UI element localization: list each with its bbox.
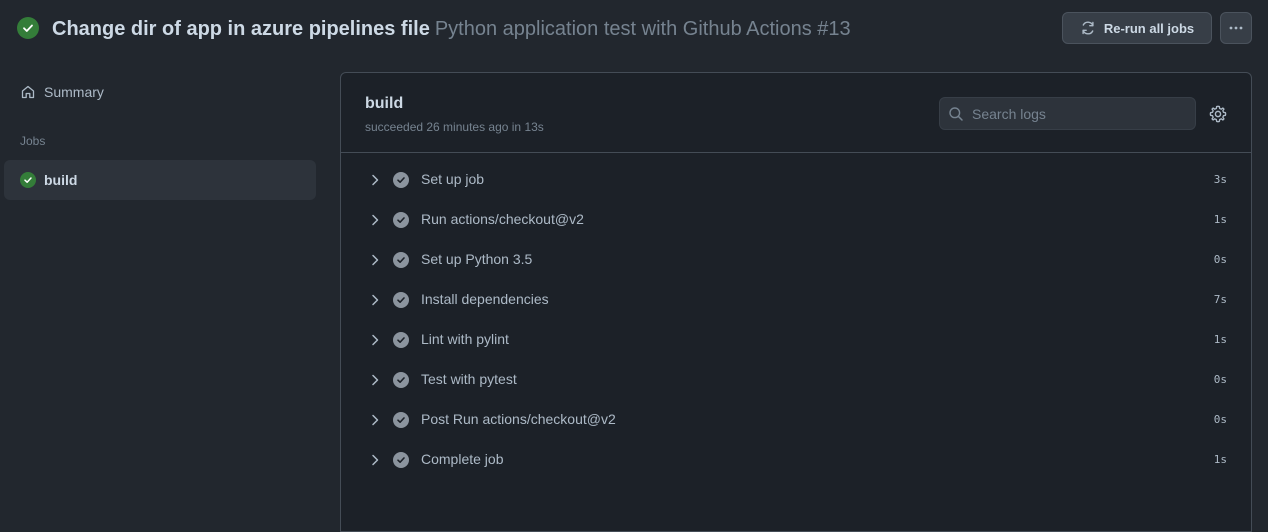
rerun-all-jobs-button[interactable]: Re-run all jobs [1062, 12, 1212, 44]
check-circle-icon [393, 452, 409, 468]
sidebar-item-build[interactable]: build [4, 160, 316, 200]
chevron-right-icon[interactable] [367, 252, 383, 268]
step-name: Post Run actions/checkout@v2 [421, 411, 616, 427]
check-circle-icon [393, 172, 409, 188]
job-status-text: succeeded 26 minutes ago in 13s [365, 120, 544, 134]
step-duration: 0s [1213, 373, 1227, 386]
step-duration: 1s [1213, 333, 1227, 346]
step-name: Run actions/checkout@v2 [421, 211, 584, 227]
chevron-right-icon[interactable] [367, 212, 383, 228]
step-duration: 0s [1213, 253, 1227, 266]
step-name: Test with pytest [421, 371, 517, 387]
chevron-right-icon[interactable] [367, 292, 383, 308]
step-name: Set up job [421, 171, 485, 187]
chevron-right-icon[interactable] [367, 452, 383, 468]
step-name: Lint with pylint [421, 331, 509, 347]
step-row[interactable]: Run actions/checkout@v2 1s [341, 200, 1251, 240]
jobs-heading: Jobs [20, 134, 46, 148]
check-circle-icon [393, 372, 409, 388]
more-options-button[interactable] [1220, 12, 1252, 44]
sidebar-item-summary[interactable]: Summary [4, 72, 316, 112]
check-circle-icon [393, 292, 409, 308]
chevron-right-icon[interactable] [367, 412, 383, 428]
workflow-name[interactable]: Python application test with Github Acti… [435, 18, 851, 40]
step-duration: 7s [1213, 293, 1227, 306]
page-title: Change dir of app in azure pipelines fil… [52, 16, 851, 42]
check-circle-icon [393, 252, 409, 268]
gear-icon[interactable] [1209, 105, 1227, 123]
rerun-label: Re-run all jobs [1103, 20, 1195, 36]
step-row[interactable]: Test with pytest 0s [341, 360, 1251, 400]
step-row[interactable]: Lint with pylint 1s [341, 320, 1251, 360]
step-list: Set up job 3s Run actions/checkout@v2 1s… [341, 160, 1251, 480]
job-header: build succeeded 26 minutes ago in 13s [341, 73, 1251, 153]
step-duration: 1s [1213, 453, 1227, 466]
run-title: Change dir of app in azure pipelines fil… [52, 18, 430, 40]
home-icon [21, 85, 35, 99]
kebab-horizontal-icon [1229, 26, 1243, 30]
search-input[interactable] [972, 105, 1182, 122]
check-circle-icon [393, 212, 409, 228]
chevron-right-icon[interactable] [367, 372, 383, 388]
step-duration: 3s [1213, 173, 1227, 186]
search-logs[interactable] [939, 97, 1196, 130]
check-circle-icon [393, 332, 409, 348]
sidebar-item-label: Summary [44, 84, 104, 100]
chevron-right-icon[interactable] [367, 172, 383, 188]
step-name: Complete job [421, 451, 504, 467]
check-circle-icon [393, 412, 409, 428]
job-log-panel: build succeeded 26 minutes ago in 13s Se… [340, 72, 1252, 532]
step-duration: 1s [1213, 213, 1227, 226]
step-row[interactable]: Set up job 3s [341, 160, 1251, 200]
step-row[interactable]: Post Run actions/checkout@v2 0s [341, 400, 1251, 440]
step-row[interactable]: Complete job 1s [341, 440, 1251, 480]
run-header: Change dir of app in azure pipelines fil… [0, 0, 1268, 57]
step-row[interactable]: Install dependencies 7s [341, 280, 1251, 320]
step-name: Set up Python 3.5 [421, 251, 533, 267]
check-circle-icon [17, 17, 39, 39]
step-row[interactable]: Set up Python 3.5 0s [341, 240, 1251, 280]
step-name: Install dependencies [421, 291, 549, 307]
chevron-right-icon[interactable] [367, 332, 383, 348]
check-circle-icon [20, 172, 36, 188]
job-title: build [365, 95, 404, 112]
sidebar-item-label: build [44, 172, 78, 188]
step-duration: 0s [1213, 413, 1227, 426]
search-icon [949, 106, 963, 121]
sync-icon [1082, 21, 1094, 35]
